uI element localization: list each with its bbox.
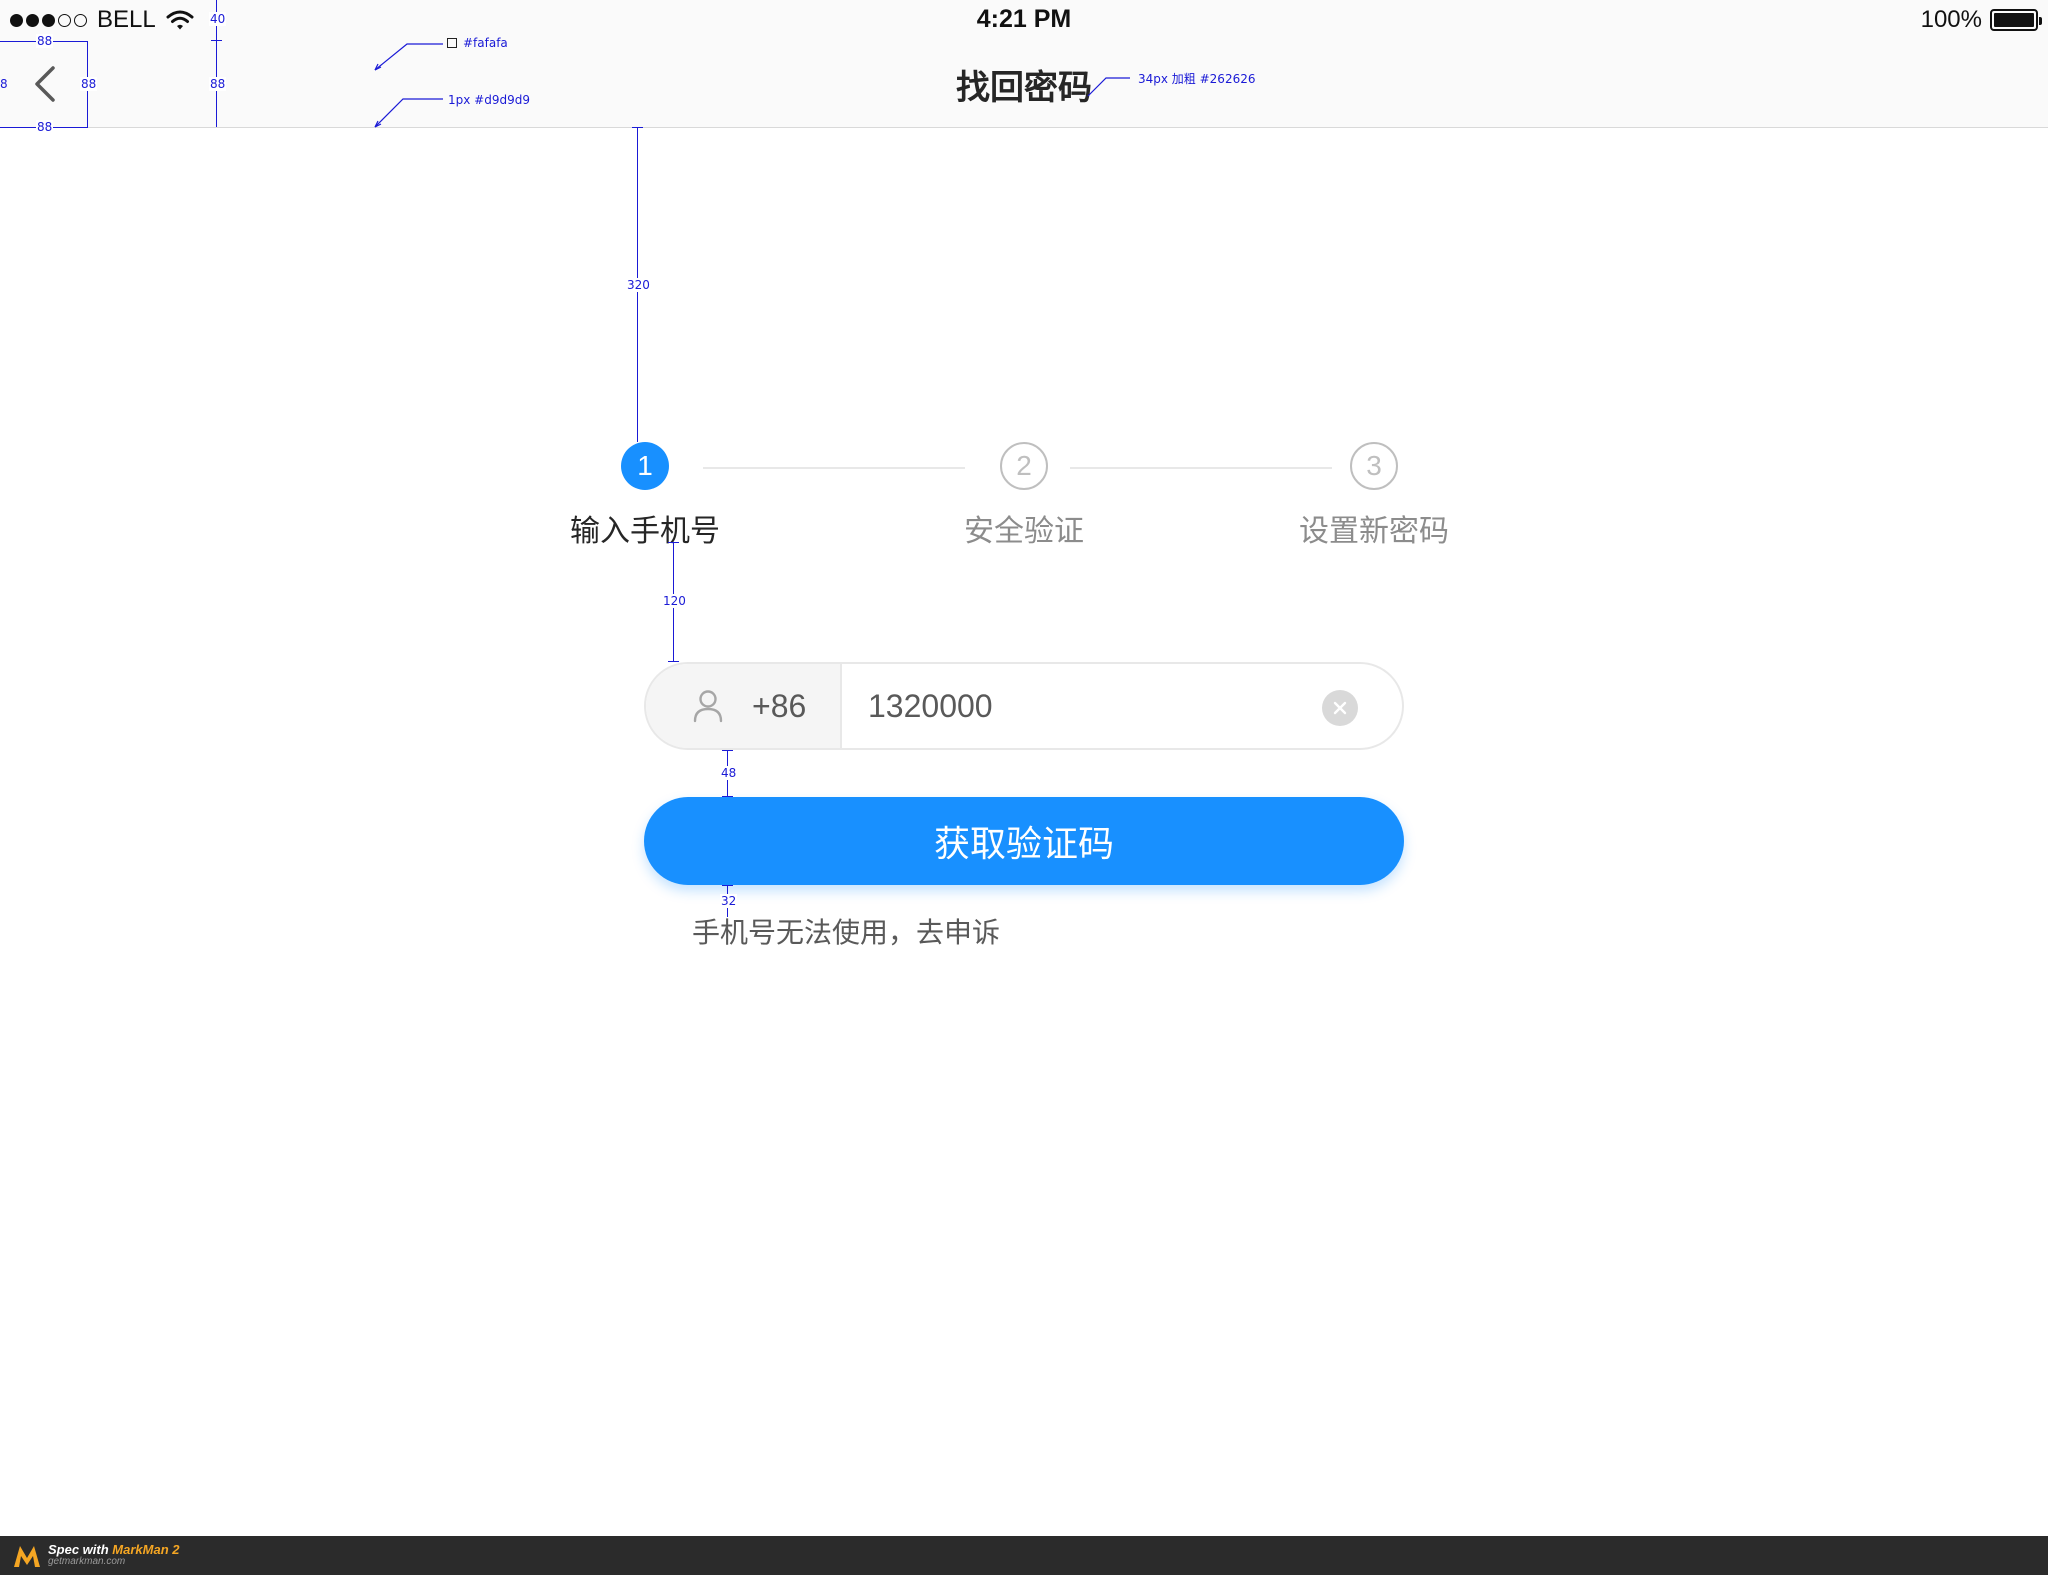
step-3-label: 设置新密码 xyxy=(1299,515,1449,548)
annotation-left-edge: 8 xyxy=(0,77,8,91)
annotation-tick xyxy=(668,661,679,662)
annotation-gap-steps-input: 120 xyxy=(662,594,687,608)
annotation-nav-height: 88 xyxy=(209,77,227,91)
status-bar: BELL 4:21 PM 100% xyxy=(0,0,2048,40)
phone-number-input[interactable]: 1320000 xyxy=(842,664,1402,748)
annotation-leader xyxy=(374,98,443,128)
footer-url[interactable]: getmarkman.com xyxy=(48,1557,180,1568)
annotation-tick xyxy=(722,750,733,751)
annotation-leader xyxy=(1087,77,1130,97)
navigation-bar: 找回密码 xyxy=(0,40,2048,128)
color-swatch xyxy=(447,38,457,48)
annotation-status-height: 40 xyxy=(209,12,227,26)
step-3-circle: 3 xyxy=(1350,442,1398,490)
annotation-tick xyxy=(632,127,643,128)
annotation-title-spec: 34px 加粗 #262626 xyxy=(1138,72,1256,86)
battery-percent: 100% xyxy=(1920,6,1982,33)
status-right: 100% xyxy=(1920,6,2042,34)
status-time: 4:21 PM xyxy=(976,5,1072,33)
annotation-tick xyxy=(668,542,679,543)
battery-fill xyxy=(1994,13,2034,27)
phone-input-group: +86 1320000 xyxy=(644,662,1404,750)
step-2-label: 安全验证 xyxy=(964,515,1084,548)
country-code-selector[interactable]: +86 xyxy=(646,664,842,748)
footer-main: Spec with MarkMan 2 xyxy=(48,1543,180,1557)
markman-logo-icon xyxy=(14,1545,40,1567)
annotation-gap-top: 320 xyxy=(626,278,651,292)
annotation-tick xyxy=(722,796,733,797)
step-connector-2 xyxy=(1070,467,1332,469)
battery-icon xyxy=(1990,9,2042,31)
user-icon xyxy=(693,690,723,723)
step-1-circle: 1 xyxy=(621,442,669,490)
step-2-circle: 2 xyxy=(1000,442,1048,490)
annotation-tick xyxy=(722,885,733,886)
markman-footer: Spec with MarkMan 2 getmarkman.com xyxy=(0,1536,2048,1575)
annotation-back-width: 88 xyxy=(36,34,54,48)
get-verification-code-button[interactable]: 获取验证码 xyxy=(644,797,1404,885)
step-1-label: 输入手机号 xyxy=(570,515,720,548)
footer-text: Spec with MarkMan 2 getmarkman.com xyxy=(48,1543,180,1567)
annotation-divider: 1px #d9d9d9 xyxy=(448,93,530,107)
close-icon xyxy=(1333,701,1347,715)
country-code: +86 xyxy=(752,687,807,724)
page-title: 找回密码 xyxy=(956,69,1092,107)
annotation-gap-button-link: 32 xyxy=(720,894,738,908)
annotation-gap-input-button: 48 xyxy=(720,766,738,780)
clear-input-button[interactable] xyxy=(1322,690,1358,726)
annotation-leader xyxy=(374,43,443,71)
step-connector-1 xyxy=(703,467,965,469)
annotation-tick xyxy=(211,40,222,41)
annotation-back-height: 88 xyxy=(80,77,98,91)
appeal-link[interactable]: 手机号无法使用，去申诉 xyxy=(692,911,1000,951)
annotation-back-bottom: 88 xyxy=(36,120,54,134)
annotation-nav-bg: #fafafa xyxy=(463,36,508,50)
